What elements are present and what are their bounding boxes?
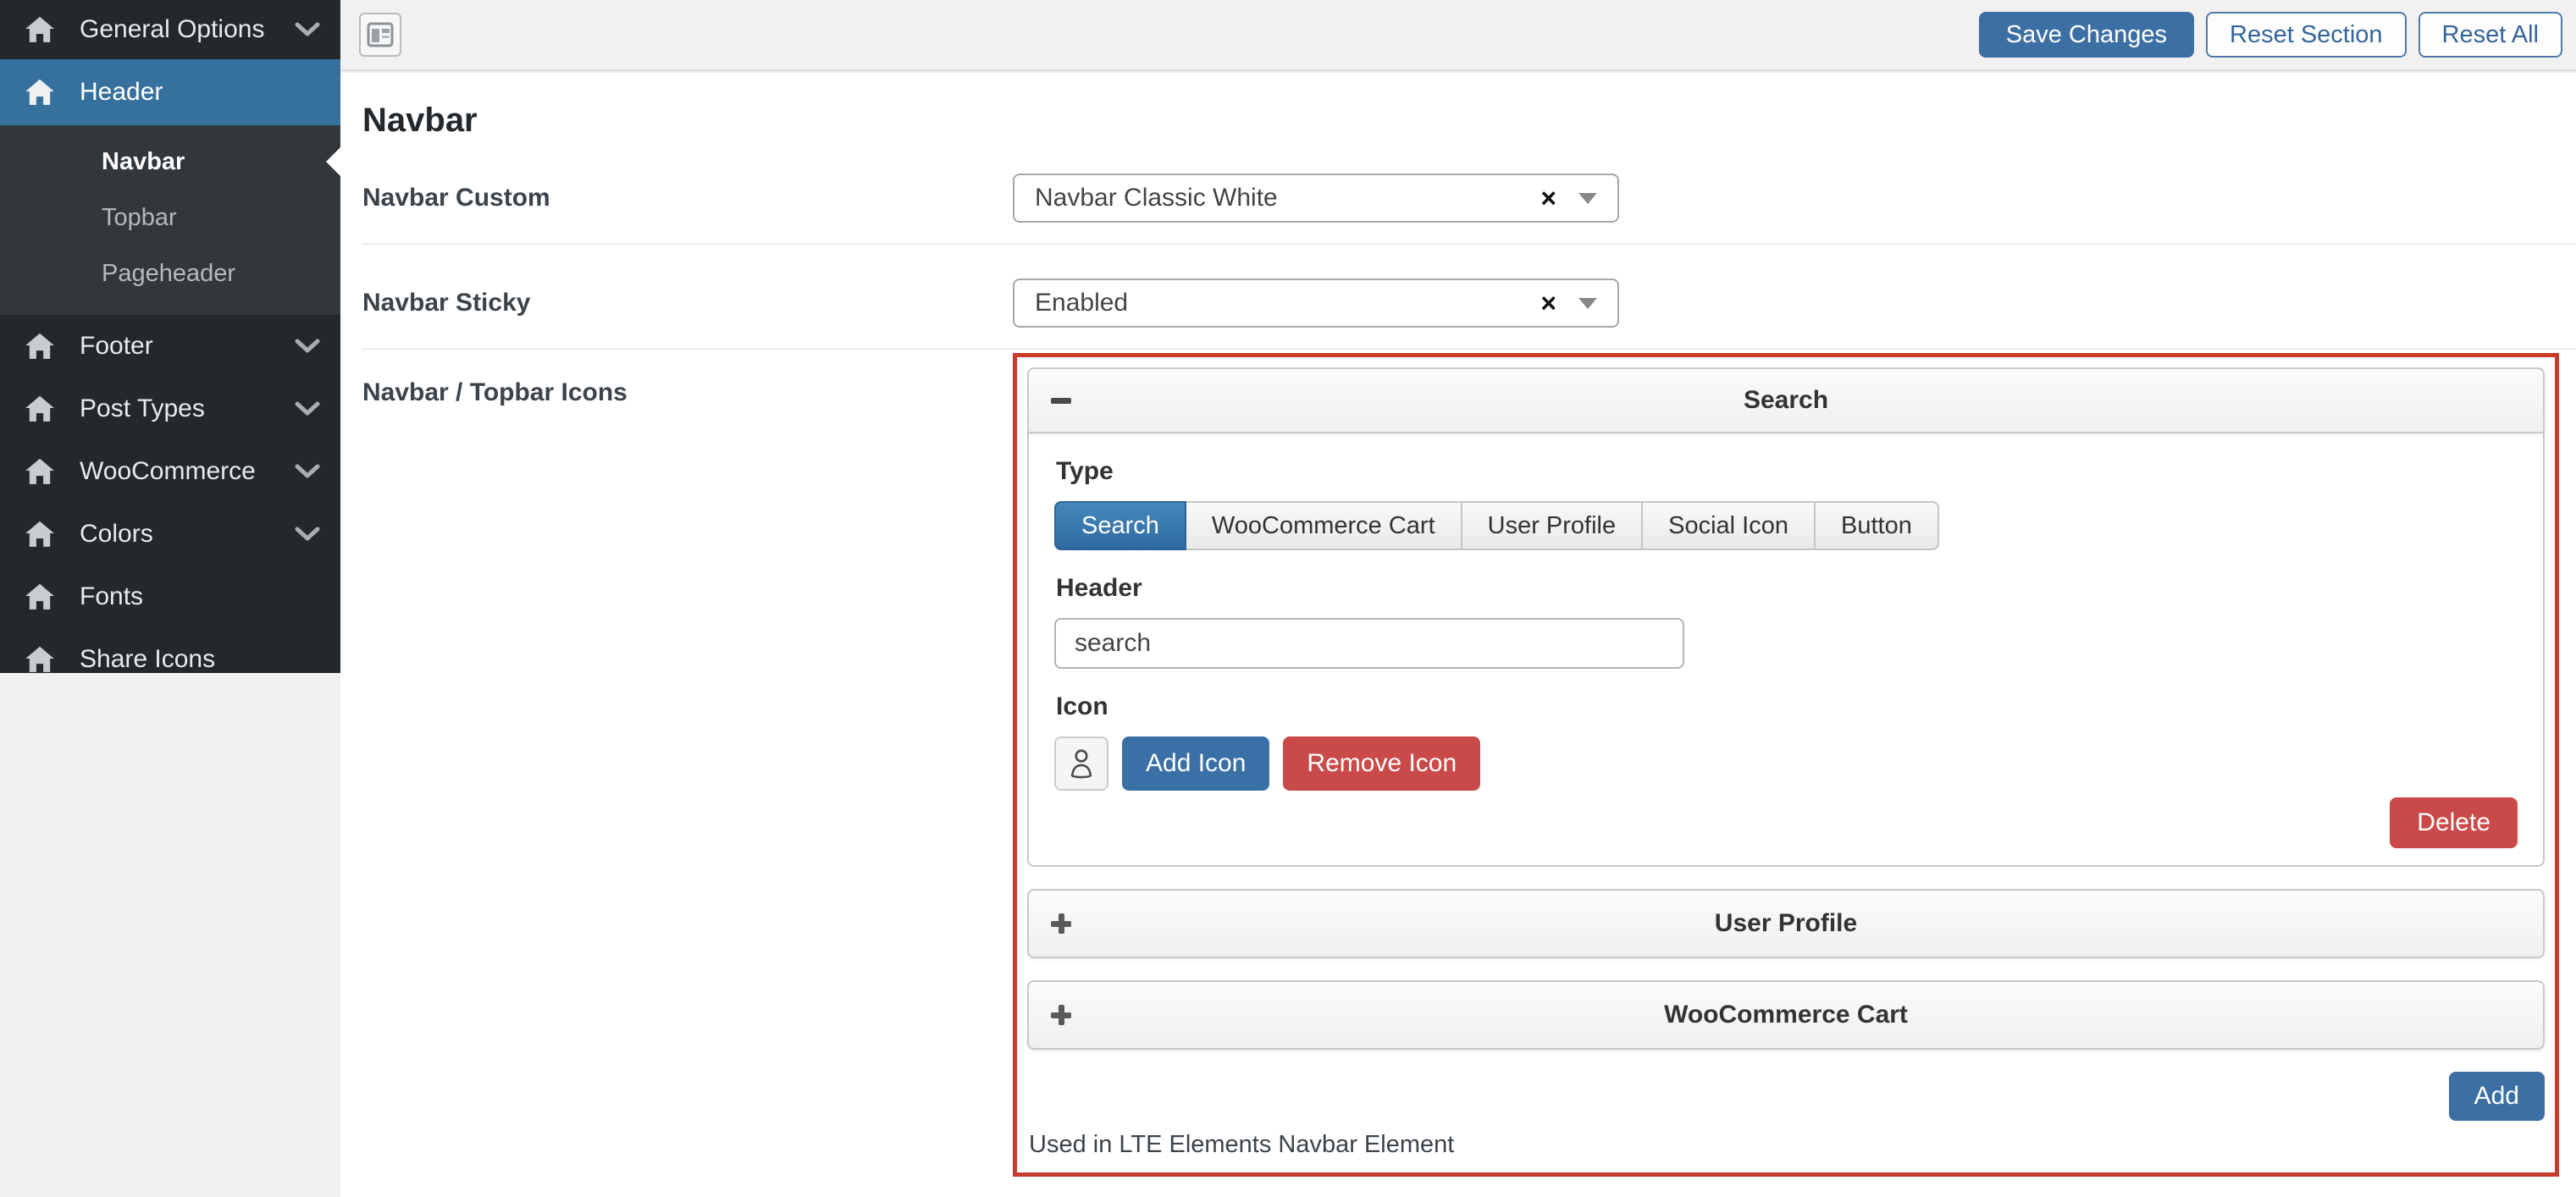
navbar-sticky-select[interactable]: Enabled ×: [1013, 279, 1619, 328]
delete-row: Delete: [1054, 797, 2518, 848]
sidebar-item-header[interactable]: Header: [0, 59, 340, 125]
field-label: Navbar / Topbar Icons: [362, 350, 1013, 407]
sidebar-item-label: WooCommerce: [80, 457, 256, 486]
plus-icon: [1051, 913, 1071, 934]
icon-label: Icon: [1056, 692, 2518, 721]
sidebar-item-label: Navbar: [102, 148, 185, 176]
header-label: Header: [1056, 574, 2518, 603]
icon-controls-row: Add Icon Remove Icon: [1054, 736, 2518, 791]
type-button-group: Search WooCommerce Cart User Profile Soc…: [1054, 501, 1939, 550]
sidebar-item-fonts[interactable]: Fonts: [0, 565, 340, 628]
caret-down-icon: [1578, 298, 1597, 309]
sidebar-item-label: Pageheader: [102, 260, 235, 288]
field-label: Navbar Custom: [362, 184, 1013, 212]
page-title: Navbar: [362, 73, 2576, 140]
clear-x-icon[interactable]: ×: [1540, 183, 1556, 214]
sidebar-item-label: Share Icons: [80, 645, 215, 674]
header-text-input[interactable]: [1054, 618, 1684, 669]
search-section-body: Type Search WooCommerce Cart User Profil…: [1027, 433, 2545, 867]
top-toolbar: Save Changes Reset Section Reset All: [340, 0, 2576, 71]
sidebar-item-post-types[interactable]: Post Types: [0, 378, 340, 440]
home-icon: [24, 518, 56, 550]
type-option-woocommerce-cart[interactable]: WooCommerce Cart: [1186, 501, 1462, 550]
chevron-down-icon: [295, 527, 320, 542]
sidebar-item-footer[interactable]: Footer: [0, 315, 340, 378]
options-sidebar: General Options Header Navbar Topbar Pag…: [0, 0, 340, 673]
home-icon: [24, 330, 56, 362]
sidebar-item-colors[interactable]: Colors: [0, 503, 340, 565]
reset-all-button[interactable]: Reset All: [2418, 12, 2562, 58]
sidebar-item-pageheader[interactable]: Pageheader: [0, 245, 340, 301]
sidebar-item-share-icons[interactable]: Share Icons: [0, 628, 340, 691]
sidebar-item-woocommerce[interactable]: WooCommerce: [0, 440, 340, 503]
home-icon: [24, 393, 56, 425]
selected-value: Enabled: [1035, 289, 1128, 317]
selected-icon-chip[interactable]: [1054, 736, 1108, 791]
remove-icon-button[interactable]: Remove Icon: [1283, 736, 1480, 791]
save-changes-button[interactable]: Save Changes: [1979, 12, 2194, 58]
form-row-navbar-topbar-icons: Navbar / Topbar Icons Search Type Search…: [362, 350, 2576, 1197]
type-option-search[interactable]: Search: [1054, 501, 1186, 550]
sidebar-item-topbar[interactable]: Topbar: [0, 190, 340, 245]
accordion-header-woocommerce-cart[interactable]: WooCommerce Cart: [1027, 980, 2545, 1050]
type-option-social-icon[interactable]: Social Icon: [1643, 501, 1816, 550]
sidebar-item-label: Post Types: [80, 394, 205, 423]
accordion-header-user-profile[interactable]: User Profile: [1027, 889, 2545, 958]
chevron-down-icon: [295, 464, 320, 479]
form-row-navbar-sticky: Navbar Sticky Enabled ×: [362, 245, 2576, 350]
delete-section-button[interactable]: Delete: [2390, 797, 2518, 848]
sidebar-item-label: Fonts: [80, 582, 143, 611]
toolbar-actions: Save Changes Reset Section Reset All: [1979, 12, 2562, 58]
sidebar-item-label: Header: [80, 78, 163, 107]
settings-panel: Navbar Navbar Custom Navbar Classic Whit…: [340, 73, 2576, 1197]
header-submenu: Navbar Topbar Pageheader: [0, 125, 340, 315]
chevron-down-icon: [295, 22, 320, 37]
selected-value: Navbar Classic White: [1035, 184, 1278, 212]
home-icon: [24, 455, 56, 488]
minus-icon: [1051, 390, 1071, 411]
used-in-note: Used in LTE Elements Navbar Element: [1029, 1131, 2545, 1159]
field-label: Navbar Sticky: [362, 289, 1013, 317]
accordion-title: WooCommerce Cart: [1664, 1001, 1908, 1029]
sidebar-item-label: Colors: [80, 520, 153, 549]
chevron-down-icon: [295, 339, 320, 354]
type-label: Type: [1056, 457, 2518, 486]
home-icon: [24, 643, 56, 676]
clear-x-icon[interactable]: ×: [1540, 288, 1556, 319]
accordion-title: User Profile: [1715, 909, 1857, 938]
layout-toggle-button[interactable]: [359, 13, 401, 57]
reset-section-button[interactable]: Reset Section: [2206, 12, 2407, 58]
navbar-icons-highlighted-panel: Search Type Search WooCommerce Cart User…: [1013, 353, 2559, 1177]
add-row: Add: [1027, 1072, 2545, 1121]
sidebar-item-label: Topbar: [102, 204, 177, 232]
add-section-button[interactable]: Add: [2449, 1072, 2545, 1121]
chevron-down-icon: [295, 401, 320, 416]
layout-toggle-icon: [367, 22, 394, 47]
sidebar-item-label: General Options: [80, 15, 264, 44]
type-option-button[interactable]: Button: [1816, 501, 1939, 550]
form-row-navbar-custom: Navbar Custom Navbar Classic White ×: [362, 140, 2576, 245]
caret-down-icon: [1578, 193, 1597, 204]
plus-icon: [1051, 1005, 1071, 1025]
type-option-user-profile[interactable]: User Profile: [1462, 501, 1644, 550]
home-icon: [24, 76, 56, 108]
navbar-custom-select[interactable]: Navbar Classic White ×: [1013, 174, 1619, 223]
home-icon: [24, 581, 56, 613]
sidebar-item-navbar[interactable]: Navbar: [0, 134, 340, 190]
accordion-header-search[interactable]: Search: [1027, 367, 2545, 433]
sidebar-item-general-options[interactable]: General Options: [0, 0, 340, 59]
person-icon: [1066, 746, 1097, 781]
accordion-title: Search: [1744, 386, 1828, 415]
home-icon: [24, 14, 56, 46]
add-icon-button[interactable]: Add Icon: [1122, 736, 1269, 791]
sidebar-item-label: Footer: [80, 332, 153, 361]
